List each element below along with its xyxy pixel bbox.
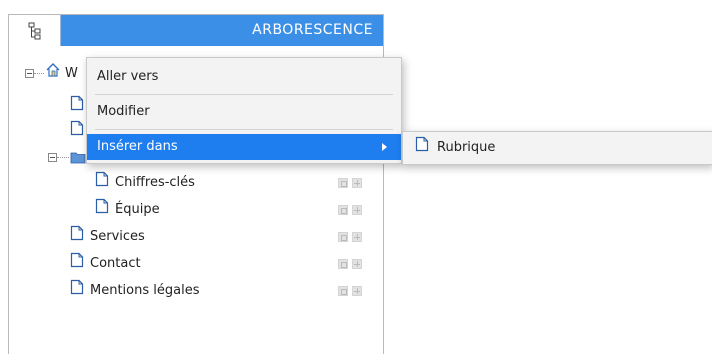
add-icon[interactable] [352,259,362,269]
panel-header: ARBORESCENCE [9,15,383,46]
page-icon [95,171,109,195]
add-icon[interactable] [352,232,362,242]
tree-structure-icon[interactable] [9,15,61,46]
tree-item[interactable]: Chiffres-clés [95,171,195,195]
page-icon [70,95,84,115]
tree-item[interactable]: Contact [70,252,141,276]
page-icon [415,136,429,160]
menu-item-label: Insérer dans [97,139,178,154]
tree-item[interactable]: Mentions légales [70,279,200,303]
folder-icon [70,150,86,168]
page-icon [70,225,84,249]
collapse-toggle-folder[interactable] [48,153,57,162]
submenu-item-label: Rubrique [437,140,496,155]
row-actions [338,232,362,242]
tree-item-label: Équipe [115,202,160,217]
tree-item-label: Mentions légales [90,283,200,298]
menu-separator [95,129,393,130]
tree-item[interactable]: Services [70,225,145,249]
tree-connector [34,73,44,75]
menu-item-aller-vers[interactable]: Aller vers [87,64,401,90]
menu-item-inserer-dans[interactable]: Insérer dans [87,134,401,160]
tree-item-label: Services [90,229,145,244]
submenu: Rubrique [402,131,712,165]
context-menu: Aller vers Modifier Insérer dans [86,57,402,164]
tree-item[interactable]: Équipe [95,198,160,222]
tree-item-label: Contact [90,256,141,271]
page-icon [70,120,84,140]
tree-root-label: W [65,66,78,81]
panel-title: ARBORESCENCE [252,22,373,38]
tree-item-label: Chiffres-clés [115,175,195,190]
submenu-arrow-icon [382,143,387,151]
row-actions [338,205,362,215]
page-icon [95,198,109,222]
submenu-item-rubrique[interactable]: Rubrique [415,136,496,160]
add-icon[interactable] [352,205,362,215]
edit-icon[interactable] [338,286,348,296]
tree-connector [57,157,69,159]
page-icon [70,279,84,303]
add-icon[interactable] [352,286,362,296]
menu-item-modifier[interactable]: Modifier [87,99,401,125]
collapse-toggle-root[interactable] [25,69,34,78]
edit-icon[interactable] [338,205,348,215]
row-actions [338,178,362,188]
edit-icon[interactable] [338,178,348,188]
edit-icon[interactable] [338,232,348,242]
page-icon [70,252,84,276]
tree-root-row[interactable]: W [45,63,78,85]
edit-icon[interactable] [338,259,348,269]
row-actions [338,286,362,296]
home-icon [45,62,61,86]
row-actions [338,259,362,269]
menu-separator [95,94,393,95]
add-icon[interactable] [352,178,362,188]
